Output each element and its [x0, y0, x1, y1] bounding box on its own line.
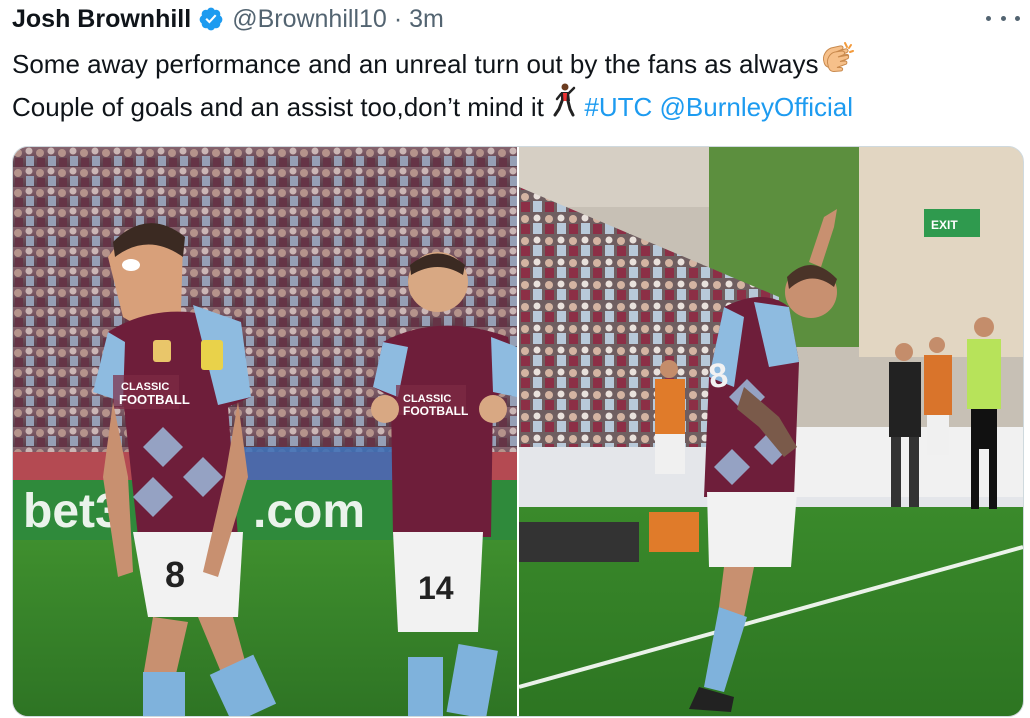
- svg-text:.com: .com: [253, 485, 365, 538]
- dancing-man-icon: [551, 82, 577, 129]
- svg-text:EXIT: EXIT: [931, 218, 958, 232]
- tweet[interactable]: Josh Brownhill @Brownhill10 · 3m Some aw…: [0, 0, 1030, 718]
- tweet-text-line-1: Some away performance and an unreal turn…: [12, 41, 1017, 87]
- tweet-text-part-2: Couple of goals and an assist too,don’t …: [12, 91, 544, 122]
- tweet-text: Some away performance and an unreal turn…: [12, 41, 1017, 130]
- svg-text:FOOTBALL: FOOTBALL: [403, 404, 468, 418]
- verified-badge-icon: [198, 6, 224, 32]
- more-options-icon[interactable]: [986, 8, 1020, 28]
- svg-text:8: 8: [165, 554, 185, 595]
- media-gallery[interactable]: bet3 .com CLASSIC FOOTBALL 14 CLASSIC FO…: [12, 146, 1024, 717]
- svg-text:14: 14: [418, 570, 454, 606]
- hashtag-link[interactable]: #UTC: [584, 92, 652, 122]
- display-name[interactable]: Josh Brownhill: [12, 5, 191, 34]
- timestamp[interactable]: 3m: [409, 5, 444, 34]
- separator-dot: ·: [393, 4, 403, 33]
- celebration-photo-2[interactable]: EXIT 8: [519, 147, 1023, 716]
- mention-link[interactable]: @BurnleyOfficial: [660, 92, 854, 122]
- tweet-text-line-2: Couple of goals and an assist too,don’t …: [12, 83, 1017, 130]
- tweet-text-part-1: Some away performance and an unreal turn…: [12, 49, 819, 79]
- clapping-hands-icon: [818, 40, 856, 87]
- tweet-header: Josh Brownhill @Brownhill10 · 3m: [12, 2, 444, 36]
- user-handle[interactable]: @Brownhill10: [232, 5, 387, 34]
- svg-text:FOOTBALL: FOOTBALL: [119, 392, 190, 407]
- celebration-photo-1[interactable]: bet3 .com CLASSIC FOOTBALL 14 CLASSIC FO…: [13, 147, 517, 716]
